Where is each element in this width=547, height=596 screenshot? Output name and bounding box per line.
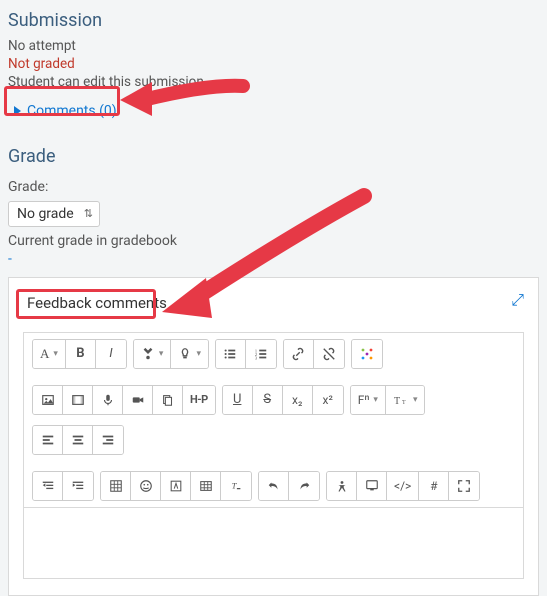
- bold-button[interactable]: B: [66, 340, 96, 368]
- emoji-button[interactable]: [131, 472, 161, 500]
- feedback-panel: Feedback comments ⤢ A▾ B I ▾: [8, 277, 539, 596]
- svg-text:3: 3: [255, 355, 258, 360]
- italic-button[interactable]: I: [96, 340, 126, 368]
- rich-text-editor: A▾ B I ▾ ▾: [23, 332, 524, 579]
- status-attempt: No attempt: [8, 37, 539, 55]
- subscript-button[interactable]: x₂: [283, 386, 313, 414]
- underline-button[interactable]: U: [223, 386, 253, 414]
- special-char-button[interactable]: [161, 472, 191, 500]
- grade-label: Grade:: [8, 179, 539, 195]
- grade-heading: Grade: [8, 146, 539, 167]
- record-audio-button[interactable]: [93, 386, 123, 414]
- svg-text:T: T: [232, 480, 238, 490]
- record-video-button[interactable]: [123, 386, 153, 414]
- align-right-button[interactable]: [93, 426, 123, 454]
- editor-textarea[interactable]: [24, 508, 523, 578]
- accessibility-button[interactable]: [327, 472, 357, 500]
- comments-link-label: Comments (0): [27, 103, 117, 119]
- outdent-button[interactable]: [33, 472, 63, 500]
- grade-select-value: No grade: [17, 206, 74, 222]
- highlight-button[interactable]: ▾: [171, 340, 208, 368]
- font-button[interactable]: Fⁿ▾: [351, 386, 386, 414]
- current-grade-hint: Current grade in gradebook: [8, 233, 539, 249]
- font-size-button[interactable]: TT ▾: [386, 386, 425, 414]
- table-button[interactable]: [191, 472, 221, 500]
- equation-button[interactable]: [101, 472, 131, 500]
- image-button[interactable]: [33, 386, 63, 414]
- h5p-button[interactable]: H-P: [183, 386, 215, 414]
- align-center-button[interactable]: [63, 426, 93, 454]
- comments-toggle[interactable]: Comments (0): [8, 100, 123, 122]
- editor-toolbar: A▾ B I ▾ ▾: [24, 333, 523, 508]
- svg-text:T: T: [394, 396, 400, 407]
- undo-button[interactable]: [259, 472, 289, 500]
- chevron-right-icon: [14, 106, 21, 116]
- toolbar-toggle-button[interactable]: [352, 340, 382, 368]
- text-color-button[interactable]: ▾: [134, 340, 172, 368]
- status-edit-permission: Student can edit this submission: [8, 73, 539, 91]
- indent-button[interactable]: [63, 472, 93, 500]
- html-button[interactable]: </>: [387, 472, 419, 500]
- feedback-title: Feedback comments: [23, 292, 171, 314]
- link-button[interactable]: [284, 340, 314, 368]
- grade-section: Grade Grade: No grade ⇅ Current grade in…: [8, 146, 539, 596]
- unlink-button[interactable]: [314, 340, 344, 368]
- strikethrough-button[interactable]: S: [253, 386, 283, 414]
- hash-button[interactable]: #: [419, 472, 449, 500]
- media-button[interactable]: [63, 386, 93, 414]
- expand-icon[interactable]: ⤢: [511, 292, 524, 308]
- superscript-button[interactable]: x²: [313, 386, 343, 414]
- ul-button[interactable]: [216, 340, 246, 368]
- paragraph-style-button[interactable]: A▾: [33, 340, 66, 368]
- submission-section: Submission No attempt Not graded Student…: [8, 10, 539, 122]
- manage-files-button[interactable]: [153, 386, 183, 414]
- ol-button[interactable]: 123: [246, 340, 276, 368]
- fullscreen-button[interactable]: [449, 472, 479, 500]
- status-not-graded: Not graded: [8, 55, 539, 73]
- align-left-button[interactable]: [33, 426, 63, 454]
- submission-heading: Submission: [8, 10, 539, 31]
- current-grade-value: -: [8, 251, 539, 267]
- clear-format-button[interactable]: T: [221, 472, 251, 500]
- redo-button[interactable]: [289, 472, 319, 500]
- grade-select[interactable]: No grade ⇅: [8, 201, 100, 227]
- caret-icon: ⇅: [84, 208, 93, 219]
- screenreader-button[interactable]: [357, 472, 387, 500]
- svg-text:T: T: [402, 400, 406, 406]
